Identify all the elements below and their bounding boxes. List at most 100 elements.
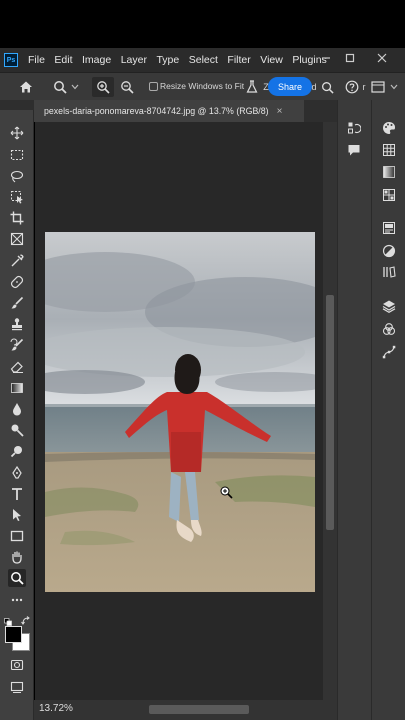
zoom-cursor-icon (220, 486, 233, 499)
document-tab[interactable]: pexels-daria-ponomareva-8704742.jpg @ 13… (34, 100, 304, 122)
menu-filter[interactable]: Filter (227, 54, 250, 66)
menu-file[interactable]: File (28, 54, 45, 66)
brush-tool[interactable] (8, 294, 26, 312)
gradient-tool[interactable] (8, 379, 26, 397)
arrow-cursor-icon (13, 509, 21, 521)
zoom-icon (54, 81, 67, 94)
workspace-button[interactable] (369, 77, 387, 97)
path-selection-tool[interactable] (8, 506, 26, 524)
frame-tool[interactable] (8, 230, 26, 248)
minimize-button[interactable] (316, 48, 336, 68)
zoom-level[interactable]: 13.72% (39, 703, 73, 714)
swap-arrow-icon (21, 616, 30, 625)
menu-view[interactable]: View (260, 54, 283, 66)
zoom-icon (11, 572, 24, 585)
properties-icon (383, 222, 395, 234)
paths-panel-button[interactable] (381, 344, 397, 360)
edit-toolbar-button[interactable] (8, 591, 26, 609)
options-chevron[interactable] (388, 77, 400, 97)
menu-edit[interactable]: Edit (54, 54, 72, 66)
swatches-panel-button[interactable] (381, 142, 397, 158)
object-selection-icon (11, 191, 23, 204)
collapsed-panel-strip-right (371, 100, 405, 720)
move-icon (10, 126, 24, 140)
horizontal-scroll-thumb[interactable] (149, 705, 249, 714)
pen-tool[interactable] (8, 464, 26, 482)
eyedropper-icon (11, 254, 24, 267)
help-button[interactable] (343, 77, 361, 97)
resize-windows-label: Resize Windows to Fit (160, 81, 245, 91)
channels-icon (382, 323, 396, 335)
blur-tool[interactable] (8, 400, 26, 418)
color-panel-button[interactable] (381, 120, 397, 136)
lasso-tool[interactable] (8, 167, 26, 185)
menu-select[interactable]: Select (189, 54, 218, 66)
resize-windows-checkbox[interactable] (149, 82, 158, 91)
marquee-tool[interactable] (8, 146, 26, 164)
top-black-area (0, 0, 405, 48)
menu-type[interactable]: Type (156, 54, 179, 66)
vertical-scroll-thumb[interactable] (326, 295, 334, 530)
history-panel-button[interactable] (346, 120, 362, 136)
history-brush-tool[interactable] (8, 336, 26, 354)
move-tool[interactable] (8, 124, 26, 142)
rectangle-icon (10, 530, 24, 542)
blur-drop-icon (13, 403, 21, 416)
document-title: pexels-daria-ponomareva-8704742.jpg @ 13… (44, 106, 269, 116)
sponge-icon (10, 446, 22, 458)
object-selection-tool[interactable] (8, 188, 26, 206)
foreground-color-swatch[interactable] (5, 626, 22, 643)
quick-mask-button[interactable] (8, 656, 26, 674)
comments-panel-button[interactable] (346, 142, 362, 158)
gradients-panel-button[interactable] (381, 164, 397, 180)
zoom-out-icon (121, 81, 134, 94)
frame-icon (10, 232, 24, 246)
minimize-icon (322, 57, 330, 59)
crop-tool[interactable] (8, 209, 26, 227)
search-button[interactable] (318, 77, 336, 97)
patterns-icon (383, 189, 395, 201)
close-window-button[interactable] (372, 48, 392, 68)
sponge-tool[interactable] (8, 442, 26, 460)
adjustments-panel-button[interactable] (381, 243, 397, 259)
eyedropper-tool[interactable] (8, 252, 26, 270)
hand-tool[interactable] (8, 548, 26, 566)
screen-mode-button[interactable] (8, 678, 26, 696)
menu-layer[interactable]: Layer (121, 54, 147, 66)
more-dots-icon (11, 598, 23, 602)
document-image[interactable] (45, 232, 315, 592)
paths-icon (382, 345, 396, 359)
clone-stamp-tool[interactable] (8, 315, 26, 333)
channels-panel-button[interactable] (381, 321, 397, 337)
label-partial-d: d (311, 82, 317, 92)
zoom-tool-preset[interactable] (50, 77, 70, 97)
tool-preset-dropdown[interactable] (70, 77, 80, 97)
maximize-button[interactable] (340, 48, 360, 68)
eraser-tool[interactable] (8, 358, 26, 376)
collapsed-panel-strip-left (337, 100, 371, 720)
layers-panel-button[interactable] (381, 298, 397, 314)
default-colors-icon (4, 618, 12, 626)
comment-icon (348, 145, 360, 156)
close-icon (377, 53, 387, 63)
default-colors-button[interactable] (4, 613, 12, 626)
photoshop-logo: Ps (4, 53, 18, 67)
rectangle-tool[interactable] (8, 527, 26, 545)
zoom-out-button[interactable] (117, 77, 137, 97)
type-tool[interactable] (8, 485, 26, 503)
dodge-tool[interactable] (8, 421, 26, 439)
zoom-in-button[interactable] (92, 77, 114, 97)
home-button[interactable] (16, 77, 36, 97)
libraries-panel-button[interactable] (381, 264, 397, 280)
menu-image[interactable]: Image (82, 54, 111, 66)
quick-mask-icon (10, 659, 24, 671)
swap-colors-button[interactable] (21, 613, 31, 625)
flask-button[interactable] (244, 77, 260, 97)
properties-panel-button[interactable] (381, 220, 397, 236)
patterns-panel-button[interactable] (381, 187, 397, 203)
share-button[interactable]: Share (268, 77, 312, 96)
zoom-tool[interactable] (8, 569, 26, 587)
healing-brush-tool[interactable] (8, 273, 26, 291)
close-document-button[interactable]: × (277, 106, 283, 117)
libraries-icon (383, 266, 396, 278)
